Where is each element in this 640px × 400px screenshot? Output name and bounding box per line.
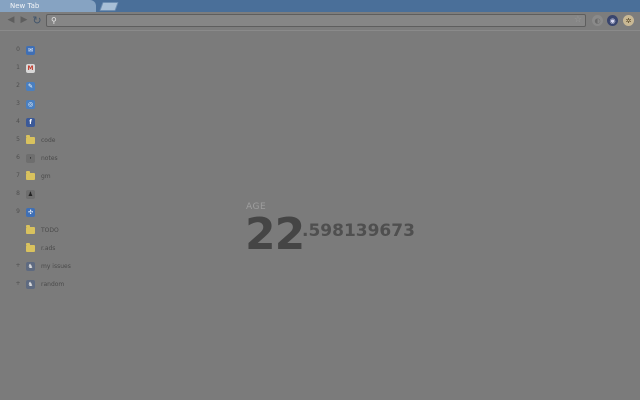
bookmark-item[interactable]: 8 ♟ [0, 188, 120, 202]
bookmark-item[interactable]: r.ads [0, 242, 120, 256]
folder-icon [26, 225, 35, 234]
bookmark-item[interactable]: 3 ◎ [0, 98, 120, 112]
bookmark-item[interactable]: + ♞ random [0, 278, 120, 292]
bookmark-label: gm [41, 173, 51, 180]
omnibox[interactable]: ⚲ ☆ [46, 14, 586, 27]
bookmark-item[interactable]: TODO [0, 224, 120, 238]
settings-icon[interactable]: ✲ [623, 15, 634, 26]
extension-icon[interactable]: ◐ [592, 15, 603, 26]
person-icon: ♟ [26, 190, 35, 199]
bookmark-shortcut-key: 2 [16, 82, 20, 89]
bookmark-item[interactable]: 7 gm [0, 170, 120, 184]
gmail-icon: M [26, 64, 35, 73]
star-icon[interactable]: ☆ [574, 15, 582, 25]
bookmark-label: random [41, 281, 65, 288]
bookmark-item[interactable]: 0 ✉ [0, 44, 120, 58]
bookmark-shortcut-key: + [15, 280, 21, 287]
age-integer: 22 [245, 209, 305, 260]
new-tab-button[interactable] [99, 2, 119, 11]
sky-icon: ✎ [26, 82, 35, 91]
bookmark-shortcut-key: 7 [16, 172, 20, 179]
bookmark-item[interactable]: 6 · notes [0, 152, 120, 166]
bookmark-shortcut-key: 8 [16, 190, 20, 197]
folder-icon [26, 243, 35, 252]
bookmark-item[interactable]: 4f [0, 116, 120, 130]
facebook-icon: f [26, 118, 35, 127]
tab-new-tab[interactable]: New Tab [0, 0, 96, 12]
bookmark-label: my issues [41, 263, 71, 270]
puzzle-icon: ✣ [26, 208, 35, 217]
bookmark-item[interactable]: 5 code [0, 134, 120, 148]
bookmark-shortcut-key: 9 [16, 208, 20, 215]
chat-extension-icon[interactable]: ◉ [607, 15, 618, 26]
bookmark-shortcut-key: 6 [16, 154, 20, 161]
folder-icon [26, 171, 35, 180]
notes-icon: · [26, 154, 35, 163]
bookmark-shortcut-key: 1 [16, 64, 20, 71]
bookmark-label: notes [41, 155, 58, 162]
bookmark-shortcut-key: 5 [16, 136, 20, 143]
bookmark-item[interactable]: 2 ✎ [0, 80, 120, 94]
bookmark-shortcut-key: + [15, 262, 21, 269]
search-icon: ⚲ [51, 16, 57, 25]
bookmark-shortcut-key: 3 [16, 100, 20, 107]
bookmark-shortcut-key: 0 [16, 46, 20, 53]
github-icon: ♞ [26, 280, 35, 289]
toolbar: ◀ ▶ ↻ ⚲ ☆ ◐ ◉ ✲ [0, 12, 640, 31]
folder-icon [26, 135, 35, 144]
bookmark-item[interactable]: + ♞ my issues [0, 260, 120, 274]
blue-icon: ✉ [26, 46, 35, 55]
reload-icon[interactable]: ↻ [32, 14, 42, 27]
tab-strip: New Tab [0, 0, 640, 12]
bookmark-item[interactable]: 1M [0, 62, 120, 76]
bookmark-label: TODO [41, 227, 59, 234]
bookmark-shortcut-key: 4 [16, 118, 20, 125]
tab-title: New Tab [10, 2, 40, 10]
github-icon: ♞ [26, 262, 35, 271]
back-icon[interactable]: ◀ [6, 15, 16, 25]
omnibox-input[interactable] [61, 15, 561, 26]
bookmark-label: code [41, 137, 56, 144]
forward-icon[interactable]: ▶ [19, 15, 29, 25]
bookmark-label: r.ads [41, 245, 56, 252]
bookmark-item[interactable]: 9 ✣ [0, 206, 120, 220]
age-fraction: .598139673 [302, 221, 415, 241]
globe-icon: ◎ [26, 100, 35, 109]
